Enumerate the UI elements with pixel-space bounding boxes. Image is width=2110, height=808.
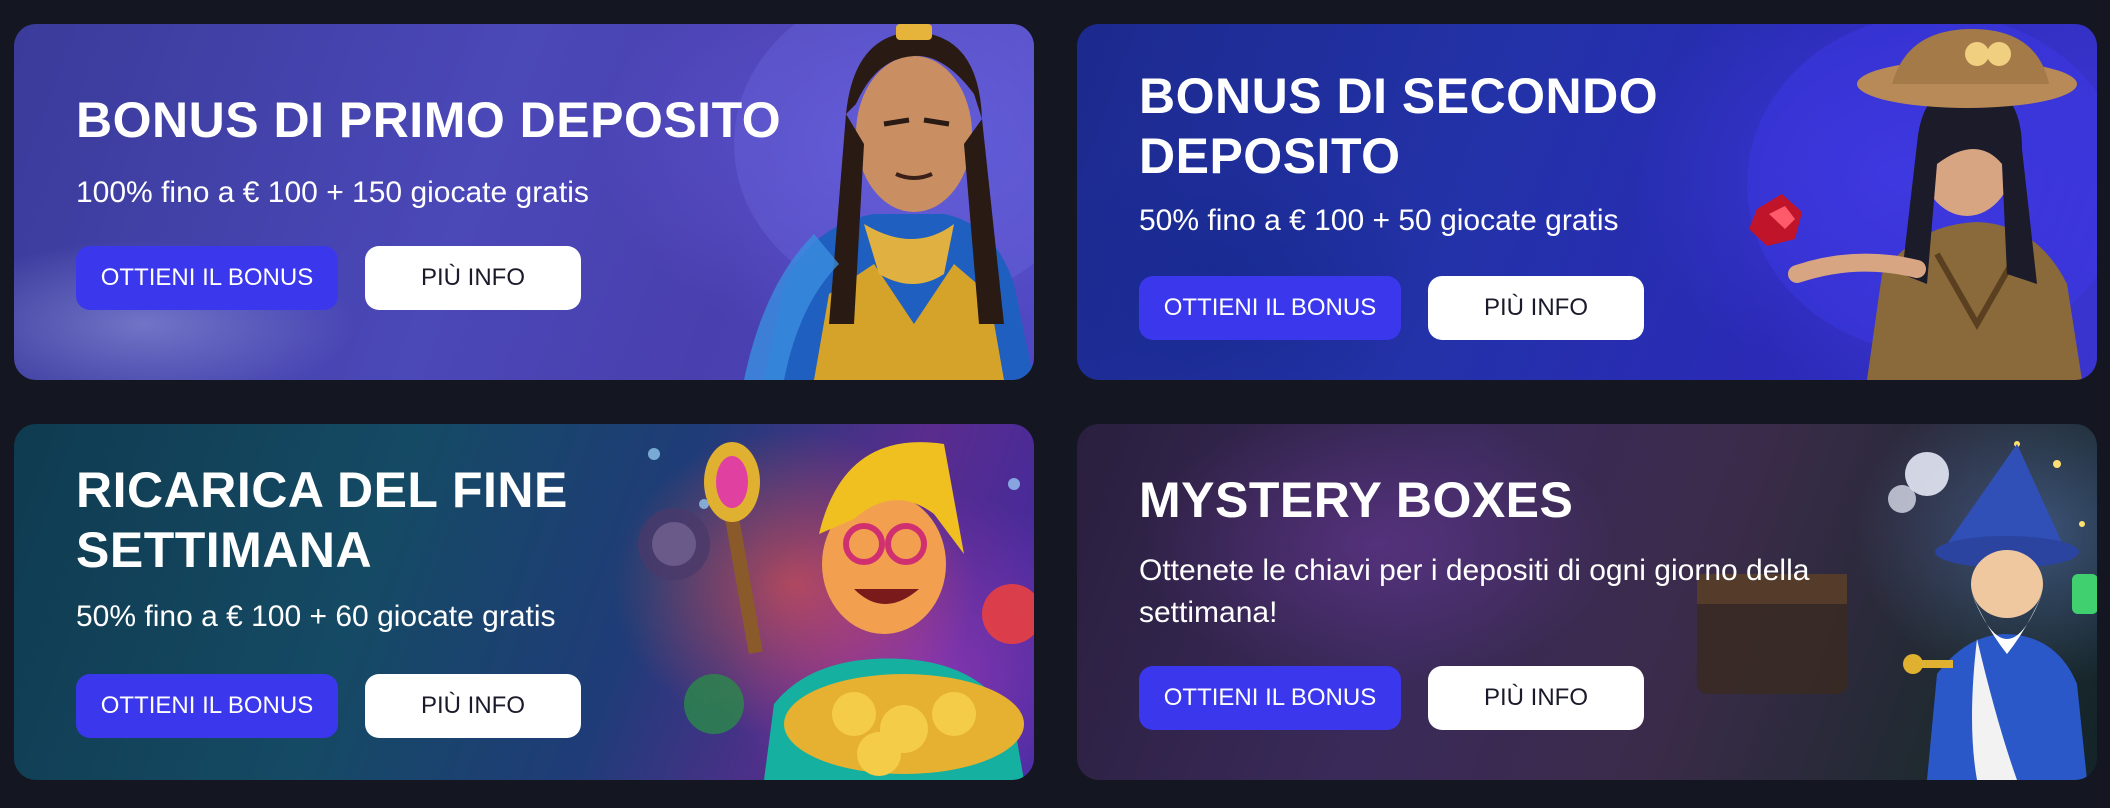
treasure-character-illustration [638, 442, 1034, 780]
bonus-card-mystery-boxes: MYSTERY BOXES Ottenete le chiavi per i d… [1077, 424, 2097, 780]
more-info-button[interactable]: PIÙ INFO [365, 674, 581, 738]
bonus-card-weekend-reload: RICARICA DEL FINE SETTIMANA 50% fino a €… [14, 424, 1034, 780]
more-info-button[interactable]: PIÙ INFO [1428, 666, 1644, 730]
more-info-button[interactable]: PIÙ INFO [1428, 276, 1644, 340]
promotions-grid: BONUS DI PRIMO DEPOSITO 100% fino a € 10… [0, 0, 2110, 808]
more-info-button[interactable]: PIÙ INFO [365, 246, 581, 310]
explorer-character-illustration [1747, 24, 2097, 380]
card-subtitle: Ottenete le chiavi per i depositi di ogn… [1139, 554, 1810, 629]
card-title: RICARICA DEL FINE SETTIMANA [76, 462, 568, 578]
card-title: BONUS DI SECONDO DEPOSITO [1139, 68, 1659, 184]
card-subtitle: 100% fino a € 100 + 150 giocate gratis [76, 176, 589, 209]
bonus-card-first-deposit: BONUS DI PRIMO DEPOSITO 100% fino a € 10… [14, 24, 1034, 380]
card-title: BONUS DI PRIMO DEPOSITO [76, 92, 782, 148]
warrior-character-illustration [734, 24, 1034, 380]
card-subtitle: 50% fino a € 100 + 50 giocate gratis [1139, 204, 1619, 237]
card-subtitle: 50% fino a € 100 + 60 giocate gratis [76, 600, 556, 633]
get-bonus-button[interactable]: OTTIENI IL BONUS [76, 674, 338, 738]
card-title: MYSTERY BOXES [1139, 472, 1574, 528]
get-bonus-button[interactable]: OTTIENI IL BONUS [76, 246, 338, 310]
get-bonus-button[interactable]: OTTIENI IL BONUS [1139, 276, 1401, 340]
get-bonus-button[interactable]: OTTIENI IL BONUS [1139, 666, 1401, 730]
bonus-card-second-deposit: BONUS DI SECONDO DEPOSITO 50% fino a € 1… [1077, 24, 2097, 380]
